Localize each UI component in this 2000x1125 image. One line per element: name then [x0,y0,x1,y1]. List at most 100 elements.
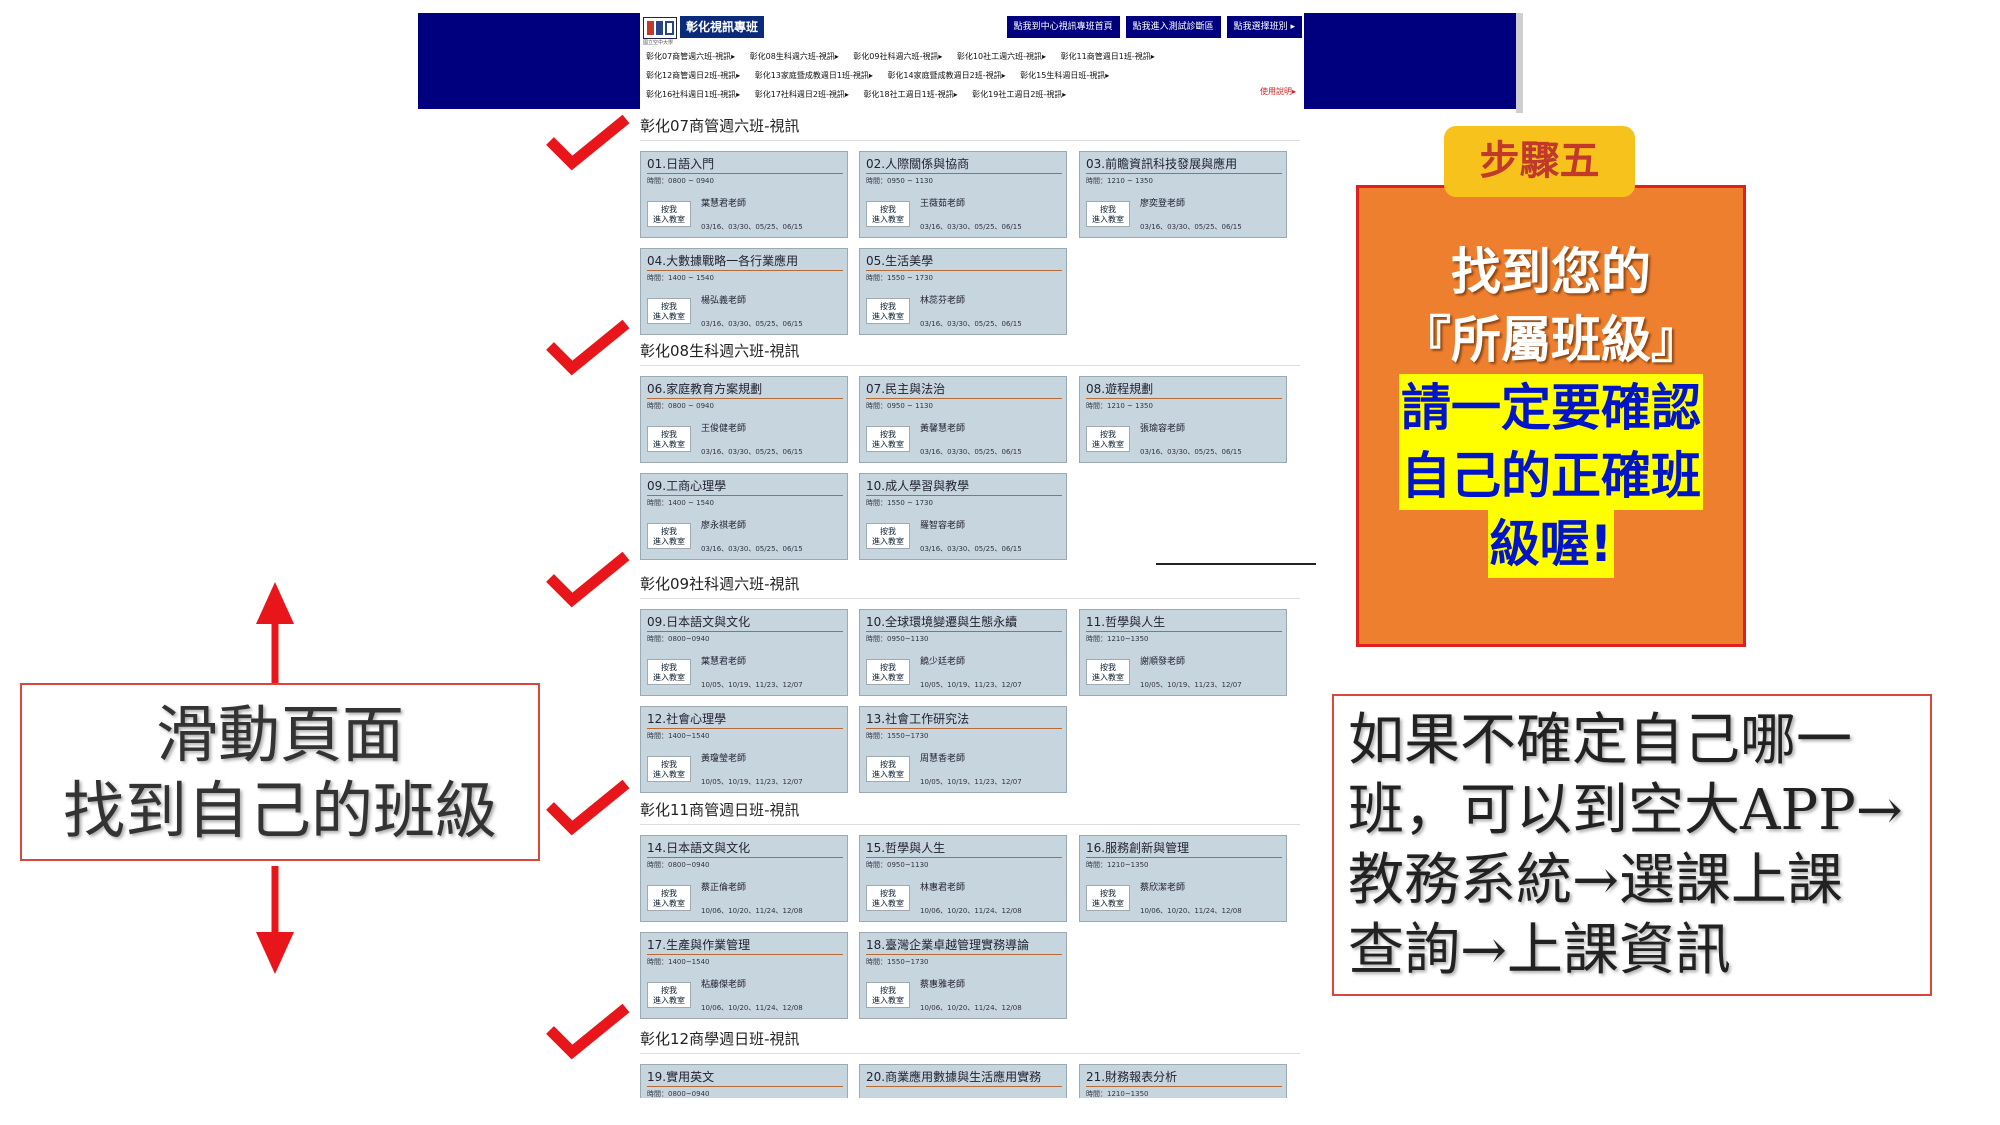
class-nav-row: 彰化12商管週日2班-視訊▸ 彰化13家庭暨成教週日1班-視訊▸ 彰化14家庭暨… [646,66,1296,85]
enter-classroom-button[interactable]: 按我 進入教室 [1086,426,1130,452]
course-dates: 03/16、03/30、05/25、06/15 [1140,223,1242,231]
course-dates: 10/06、10/20、11/24、12/08 [920,907,1022,915]
course-time: 時間：1550 ~ 1730 [866,274,933,282]
enter-classroom-button[interactable]: 按我 進入教室 [647,885,691,911]
enter-classroom-button[interactable]: 按我 進入教室 [866,659,910,685]
section-title: 彰化12商學週日班-視訊 [640,1028,1300,1054]
enter-classroom-button[interactable]: 按我 進入教室 [647,201,691,227]
enter-classroom-button[interactable]: 按我 進入教室 [866,298,910,324]
class-nav-link[interactable]: 彰化15生科週日班-視訊▸ [1020,71,1109,80]
info-line1: 如果不確定自己哪一 [1348,708,1852,773]
course-card: 10.成人學習與教學 時間：1550 ~ 1730 按我 進入教室 羅智容老師 03/16… [859,473,1067,560]
enter-classroom-button[interactable]: 按我 進入教室 [866,982,910,1008]
class-nav-link[interactable]: 彰化10社工週六班-視訊▸ [957,52,1046,61]
course-teacher: 張瑜容老師 [1140,424,1186,434]
course-card: 02.人際關係與協商 時間：0950 ~ 1130 按我 進入教室 王薇茹老師 03/16… [859,151,1067,238]
top-link-home[interactable]: 點我到中心視訊專班首頁 [1006,16,1120,38]
course-card: 19.實用英文時間：0800~0940按我進入教室 [640,1064,848,1098]
step-highlight-line1: 請一定要確認 [1399,374,1703,442]
course-time: 時間：1550 ~ 1730 [866,499,933,507]
course-teacher: 葉慧君老師 [701,657,747,667]
top-link-select-class[interactable]: 點我選擇班別 ▸ [1226,16,1302,38]
section-title: 彰化09社科週六班-視訊 [640,573,1300,599]
site-brand[interactable]: 彰化視訊專班 [680,16,765,38]
enter-classroom-button[interactable]: 按我 進入教室 [866,523,910,549]
section-title: 彰化11商管週日班-視訊 [640,799,1300,825]
course-dates: 10/06、10/20、11/24、12/08 [701,907,803,915]
class-nav: 彰化07商管週六班-視訊▸ 彰化08生科週六班-視訊▸ 彰化09社科週六班-視訊… [646,47,1296,104]
info-line4: 查詢→上課資訊 [1348,918,1731,983]
course-dates: 03/16、03/30、05/25、06/15 [701,320,803,328]
enter-classroom-button[interactable]: 按我 進入教室 [647,659,691,685]
enter-classroom-button[interactable]: 按我 進入教室 [866,426,910,452]
enter-button-label: 按我 進入教室 [872,663,904,682]
course-card: 12.社會心理學 時間：1400~1540 按我 進入教室 黃瓊瑩老師 10/05、10/… [640,706,848,793]
course-title: 03.前瞻資訊科技發展與應用 [1086,155,1282,174]
class-nav-link[interactable]: 彰化14家庭暨成教週日2班-視訊▸ [887,71,1005,80]
class-nav-link[interactable]: 彰化12商管週日2班-視訊▸ [646,71,740,80]
course-teacher: 楊弘義老師 [701,296,747,306]
class-nav-link[interactable]: 彰化18社工週日1班-視訊▸ [863,90,957,99]
enter-button-label: 按我 進入教室 [872,527,904,546]
enter-classroom-button[interactable]: 按我 進入教室 [1086,201,1130,227]
course-teacher: 蔡惠雅老師 [920,980,966,990]
course-teacher: 林蕊芬老師 [920,296,966,306]
checkmark-icon [546,779,630,836]
course-teacher: 蔡欣潔老師 [1140,883,1186,893]
scrollbar-thumb[interactable] [1516,13,1523,113]
course-time: 時間：0800~0940 [647,635,710,643]
class-nav-link[interactable]: 彰化13家庭暨成教週日1班-視訊▸ [755,71,873,80]
course-card: 03.前瞻資訊科技發展與應用 時間：1210 ~ 1350 按我 進入教室 廖奕登老師 0… [1079,151,1287,238]
university-logo-icon[interactable] [643,17,677,39]
enter-classroom-button[interactable]: 按我 進入教室 [1086,885,1130,911]
course-dates: 03/16、03/30、05/25、06/15 [701,223,803,231]
course-card: 21.財務報表分析時間：1210~1350按我進入教室 [1079,1064,1287,1098]
course-card: 11.哲學與人生 時間：1210~1350 按我 進入教室 謝順發老師 10/05、10/… [1079,609,1287,696]
enter-classroom-button[interactable]: 按我 進入教室 [647,298,691,324]
class-nav-link[interactable]: 彰化19社工週日2班-視訊▸ [972,90,1066,99]
class-nav-link[interactable]: 彰化11商管週日1班-視訊▸ [1061,52,1155,61]
enter-classroom-button[interactable]: 按我 進入教室 [866,756,910,782]
logo-caption: 國立空中大學 [643,40,674,46]
scroll-hint-box: 滑動頁面 找到自己的班級 [20,683,540,861]
course-card: 01.日語入門 時間：0800 ~ 0940 按我 進入教室 葉慧君老師 03/16、03… [640,151,848,238]
course-title: 20.商業應用數據與生活應用實務 [866,1068,1062,1087]
course-teacher: 廖永祺老師 [701,521,747,531]
checkmark-icon [546,1003,630,1060]
enter-button-label: 按我 進入教室 [872,205,904,224]
course-time: 時間：0950 ~ 1130 [866,402,933,410]
usage-link[interactable]: 使用說明▸ [1260,86,1296,97]
enter-classroom-button[interactable]: 按我 進入教室 [647,756,691,782]
enter-button-label: 按我 進入教室 [653,663,685,682]
enter-classroom-button[interactable]: 按我 進入教室 [866,885,910,911]
enter-classroom-button[interactable]: 按我 進入教室 [866,201,910,227]
course-card: 13.社會工作研究法 時間：1550~1730 按我 進入教室 周慧香老師 10/05、1… [859,706,1067,793]
step-line2: 『所屬班級』 [1401,311,1701,369]
course-teacher: 廖奕登老師 [1140,199,1186,209]
enter-classroom-button[interactable]: 按我 進入教室 [647,426,691,452]
section-title: 彰化07商管週六班-視訊 [640,115,1300,141]
enter-classroom-button[interactable]: 按我 進入教室 [647,523,691,549]
course-title: 10.全球環境變遷與生態永續 [866,613,1062,632]
class-nav-link[interactable]: 彰化16社科週日1班-視訊▸ [646,90,740,99]
course-title: 07.民主與法治 [866,380,1062,399]
course-title: 05.生活美學 [866,252,1062,271]
enter-button-label: 按我 進入教室 [1092,430,1124,449]
enter-classroom-button[interactable]: 按我 進入教室 [1086,659,1130,685]
course-time: 時間：0800 ~ 0940 [647,177,714,185]
class-nav-link[interactable]: 彰化08生科週六班-視訊▸ [750,52,839,61]
class-nav-link[interactable]: 彰化07商管週六班-視訊▸ [646,52,735,61]
top-link-test[interactable]: 點我進入測試診斷區 [1125,16,1221,38]
enter-classroom-button[interactable]: 按我 進入教室 [647,982,691,1008]
course-time: 時間：1210~1350 [1086,1090,1149,1098]
class-nav-link[interactable]: 彰化17社科週日2班-視訊▸ [755,90,849,99]
course-card: 18.臺灣企業卓越管理實務導論 時間：1550~1730 按我 進入教室 蔡惠雅老師 10… [859,932,1067,1019]
enter-button-label: 按我 進入教室 [1092,889,1124,908]
enter-button-label: 按我 進入教室 [653,760,685,779]
course-title: 10.成人學習與教學 [866,477,1062,496]
course-card: 05.生活美學 時間：1550 ~ 1730 按我 進入教室 林蕊芬老師 03/16、03… [859,248,1067,335]
course-dates: 03/16、03/30、05/25、06/15 [920,448,1022,456]
class-nav-link[interactable]: 彰化09社科週六班-視訊▸ [853,52,942,61]
course-time: 時間：0950~1130 [866,861,929,869]
course-dates: 10/05、10/19、11/23、12/07 [1140,681,1242,689]
